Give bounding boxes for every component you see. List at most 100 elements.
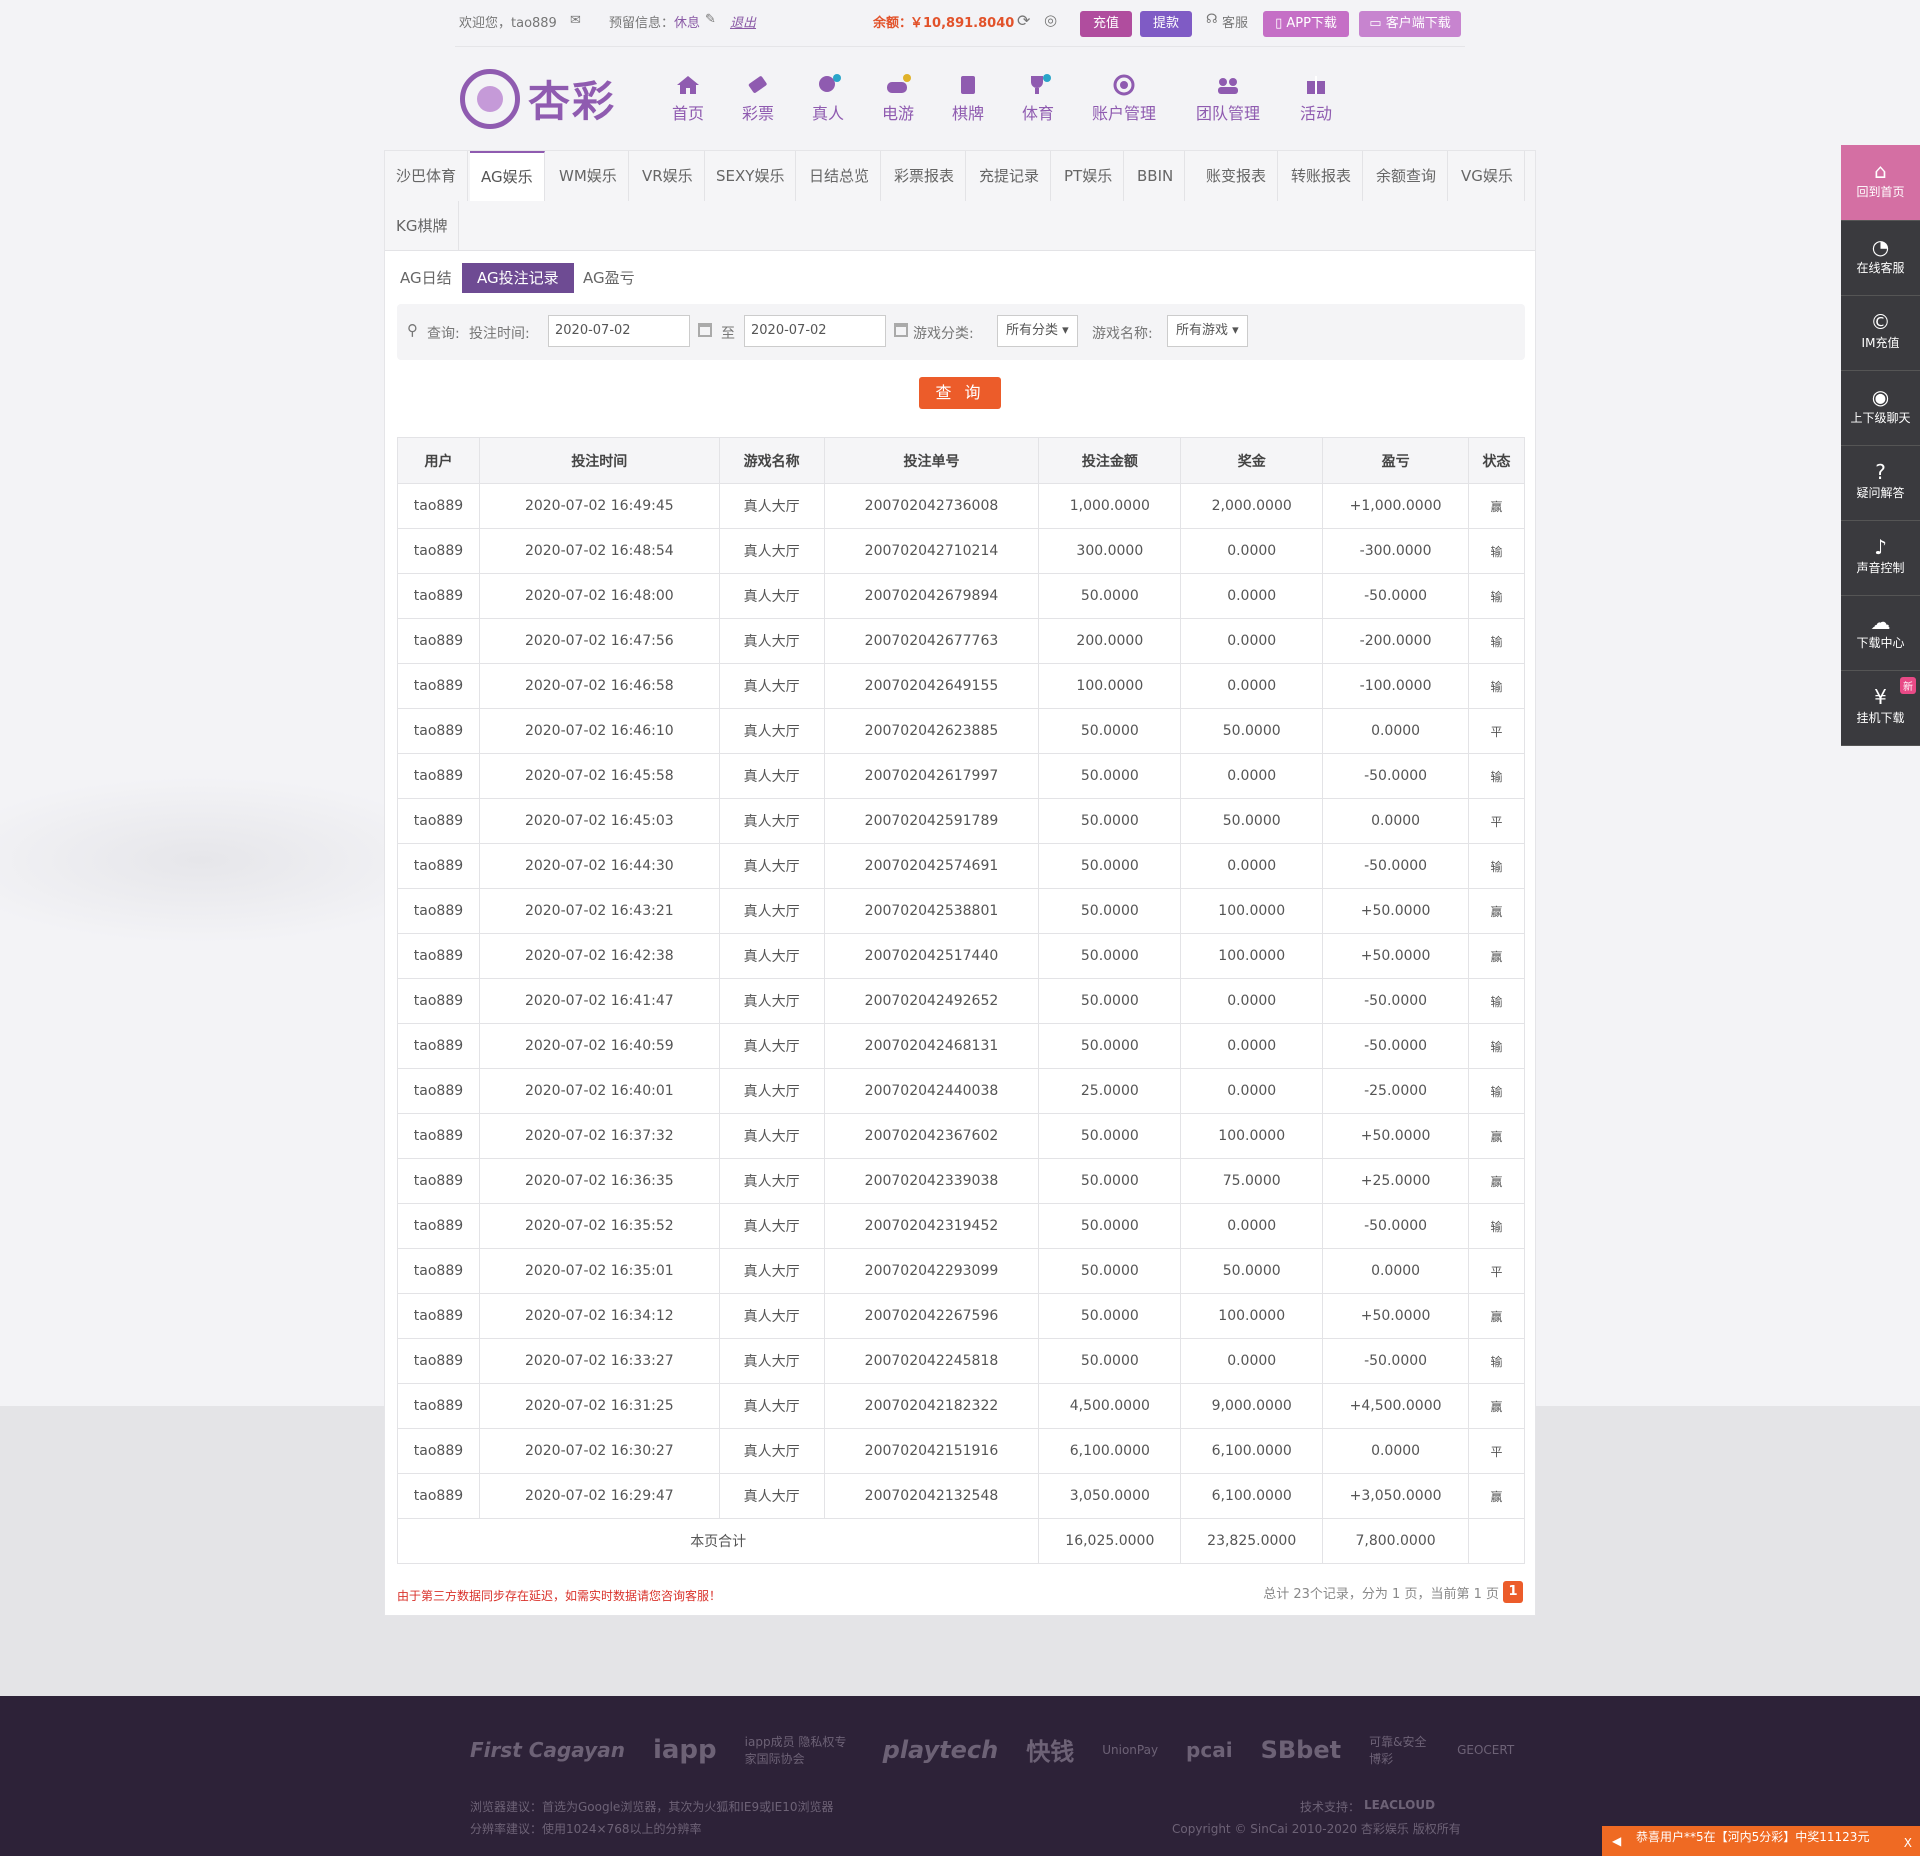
sidebar-item-sound[interactable]: ♪ 声音控制	[1841, 521, 1920, 596]
sidebar-item-im-recharge[interactable]: © IM充值	[1841, 296, 1920, 371]
tab-vg[interactable]: VG娱乐	[1450, 151, 1525, 201]
cell-game-name: 真人大厅	[718, 753, 825, 799]
cell-profit: +50.0000	[1322, 888, 1470, 934]
partner-logo: iapp成员 隐私权专家国际协会	[744, 1734, 847, 1766]
query-button[interactable]: 查 询	[919, 377, 1001, 409]
cell-bet-id: 200702042293099	[823, 1248, 1040, 1294]
tab-ag-daily[interactable]: AG日结	[385, 263, 467, 293]
cell-bet-id: 200702042538801	[823, 888, 1040, 934]
tab-account-change[interactable]: 账变报表	[1195, 151, 1279, 201]
tab-ag-profit[interactable]: AG盈亏	[568, 263, 650, 293]
home-icon: ⌂	[1874, 159, 1887, 183]
tab-deposit-withdraw[interactable]: 充提记录	[968, 151, 1052, 201]
page-number-button[interactable]: 1	[1503, 1581, 1523, 1603]
balance-label: 余额：	[873, 16, 913, 31]
table-row: tao889 2020-07-02 16:45:03 真人大厅 20070204259…	[397, 798, 1525, 844]
cell-bet-amount: 50.0000	[1038, 798, 1182, 844]
tab-daily-overview[interactable]: 日结总览	[798, 151, 882, 201]
withdraw-button[interactable]: 提款	[1140, 11, 1192, 37]
tab-balance-query[interactable]: 余额查询	[1365, 151, 1449, 201]
nav-item-activity[interactable]: 活动	[1300, 74, 1332, 124]
tab-kg[interactable]: KG棋牌	[385, 201, 460, 251]
nav-item-live[interactable]: 真人	[812, 74, 844, 124]
tab-sexy[interactable]: SEXY娱乐	[705, 151, 797, 201]
service-link[interactable]: 客服	[1222, 12, 1248, 31]
tab-pt[interactable]: PT娱乐	[1053, 151, 1125, 201]
cell-user: tao889	[397, 1248, 480, 1294]
tab-ag[interactable]: AG娱乐	[470, 151, 545, 201]
cell-status: 平	[1468, 1428, 1525, 1474]
cell-bet-amount: 50.0000	[1038, 708, 1182, 754]
tab-transfer-report[interactable]: 转账报表	[1280, 151, 1364, 201]
cell-prize: 6,100.0000	[1180, 1473, 1324, 1519]
cell-bet-id: 200702042617997	[823, 753, 1040, 799]
cell-bet-amount: 50.0000	[1038, 1158, 1182, 1204]
game-name-select[interactable]: 所有游戏 ▾	[1167, 315, 1248, 347]
cell-profit: +50.0000	[1322, 933, 1470, 979]
tab-wm[interactable]: WM娱乐	[548, 151, 629, 201]
cell-bet-id: 200702042492652	[823, 978, 1040, 1024]
tab-shaba-sports[interactable]: 沙巴体育	[385, 151, 469, 201]
hide-eye-icon[interactable]: ◎	[1044, 11, 1057, 29]
bet-records-table: 用户 投注时间 游戏名称 投注单号 投注金额 奖金 盈亏 状态 tao889 20…	[396, 437, 1525, 1564]
sidebar-label: 在线客服	[1856, 261, 1905, 275]
close-icon[interactable]: X	[1904, 1832, 1912, 1854]
cell-prize: 75.0000	[1180, 1158, 1324, 1204]
calendar-icon[interactable]	[894, 323, 908, 337]
cell-game-name: 真人大厅	[718, 573, 825, 619]
deposit-button[interactable]: 充值	[1080, 11, 1132, 37]
cell-bet-amount: 50.0000	[1038, 753, 1182, 799]
cell-bet-time: 2020-07-02 16:29:47	[478, 1473, 720, 1519]
cell-game-name: 真人大厅	[718, 843, 825, 889]
nav-item-team[interactable]: 团队管理	[1196, 74, 1260, 124]
client-download-button[interactable]: ▭ 客户端下载	[1359, 11, 1461, 37]
cell-game-name: 真人大厅	[718, 528, 825, 574]
cell-bet-amount: 200.0000	[1038, 618, 1182, 664]
sidebar-label: 挂机下载	[1856, 711, 1905, 725]
nav-item-sports[interactable]: 体育	[1022, 74, 1054, 124]
date-to-input[interactable]: 2020-07-02	[744, 315, 886, 347]
cell-bet-amount: 50.0000	[1038, 1293, 1182, 1339]
nav-item-home[interactable]: 首页	[672, 74, 704, 124]
speaker-icon: ♪	[1874, 535, 1887, 559]
edit-icon[interactable]: ✎	[705, 12, 716, 27]
cell-profit: -50.0000	[1322, 978, 1470, 1024]
home-icon	[677, 76, 699, 94]
tab-bbin[interactable]: BBIN	[1126, 151, 1186, 201]
cell-bet-time: 2020-07-02 16:49:45	[478, 483, 720, 529]
app-download-button[interactable]: ▯ APP下载	[1263, 11, 1349, 37]
cell-status: 输	[1468, 843, 1525, 889]
logo-text: 杏彩	[528, 77, 617, 126]
nav-item-egames[interactable]: 电游	[882, 74, 914, 124]
sidebar-item-online-service[interactable]: ◔ 在线客服	[1841, 221, 1920, 296]
service-icon[interactable]: ☊	[1206, 12, 1218, 27]
date-from-input[interactable]: 2020-07-02	[548, 315, 690, 347]
tab-ag-bet-records[interactable]: AG投注记录	[462, 263, 574, 293]
calendar-icon[interactable]	[698, 323, 712, 337]
sidebar-item-chat[interactable]: ◉ 上下级聊天	[1841, 371, 1920, 446]
table-row: tao889 2020-07-02 16:40:59 真人大厅 20070204246…	[397, 1023, 1525, 1069]
cell-bet-id: 200702042736008	[823, 483, 1040, 529]
nav-item-cards[interactable]: 棋牌	[952, 74, 984, 124]
logout-link[interactable]: 退出	[730, 12, 756, 31]
nav-item-lottery[interactable]: 彩票	[742, 74, 774, 124]
sidebar-item-bot-download[interactable]: 新 ¥ 挂机下载	[1841, 671, 1920, 746]
tab-lottery-report[interactable]: 彩票报表	[883, 151, 967, 201]
mail-icon[interactable]: ✉	[570, 13, 581, 28]
cell-bet-time: 2020-07-02 16:31:25	[478, 1383, 720, 1429]
sidebar-label: 疑问解答	[1856, 486, 1905, 500]
sidebar-item-download-center[interactable]: ☁ 下载中心	[1841, 596, 1920, 671]
cell-bet-amount: 100.0000	[1038, 663, 1182, 709]
cell-bet-id: 200702042319452	[823, 1203, 1040, 1249]
tab-vr[interactable]: VR娱乐	[631, 151, 705, 201]
nav-item-account[interactable]: 账户管理	[1092, 74, 1156, 124]
sidebar-item-faq[interactable]: ? 疑问解答	[1841, 446, 1920, 521]
category-select[interactable]: 所有分类 ▾	[997, 315, 1078, 347]
site-logo[interactable]: 杏彩	[460, 68, 616, 129]
sidebar-item-home[interactable]: ⌂ 回到首页	[1841, 145, 1920, 221]
partner-logo: iapp	[652, 1734, 717, 1765]
partner-logo: 快钱	[1026, 1738, 1075, 1766]
cell-bet-time: 2020-07-02 16:40:59	[478, 1023, 720, 1069]
refresh-icon[interactable]: ⟳	[1017, 11, 1030, 30]
table-row: tao889 2020-07-02 16:49:45 真人大厅 20070204273…	[397, 483, 1525, 529]
